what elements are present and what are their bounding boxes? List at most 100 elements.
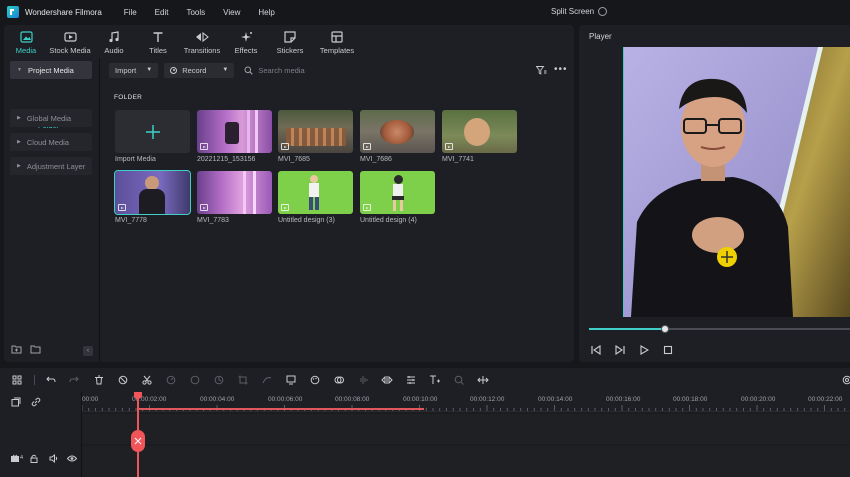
ruler-tick-label: 00:00:04:00 <box>200 396 235 403</box>
import-dropdown[interactable]: Import ▼ <box>109 62 159 78</box>
tab-transitions[interactable]: Transitions <box>180 25 224 58</box>
media-library: Import ▼ Record ▼ ••• FOLDER Import Medi… <box>101 58 574 362</box>
link-icon[interactable] <box>31 397 41 407</box>
media-thumbnail[interactable] <box>197 171 272 214</box>
redo-icon[interactable] <box>68 374 80 386</box>
undo-icon[interactable] <box>45 374 57 386</box>
add-track-icon[interactable] <box>11 397 21 407</box>
sidebar-item-global-media[interactable]: ▶ Global Media <box>10 109 92 127</box>
scissors-icon[interactable] <box>141 374 153 386</box>
media-tile[interactable]: 20221215_153156 <box>197 110 272 163</box>
filter-icon[interactable] <box>536 66 547 75</box>
player-panel: Player <box>579 25 850 362</box>
audio-waveform-icon[interactable] <box>357 374 369 386</box>
search-input[interactable] <box>258 65 509 75</box>
folder-icon[interactable] <box>30 345 41 354</box>
tab-media[interactable]: Media <box>4 25 48 58</box>
tab-stickers[interactable]: Stickers <box>268 25 312 58</box>
split-screen-button[interactable]: Split Screen <box>551 7 594 16</box>
audio-stretch-icon[interactable] <box>477 374 489 386</box>
reverse-icon[interactable] <box>189 374 201 386</box>
text-edit-icon[interactable] <box>429 374 441 386</box>
eye-visibility-icon[interactable] <box>67 454 77 463</box>
playback-progress-fill <box>589 328 665 330</box>
mute-audio-icon[interactable] <box>49 454 58 463</box>
new-folder-icon[interactable] <box>11 345 22 354</box>
timeline[interactable]: 4 00:00 00:00:02:00 00:00:04:00 00:00:06… <box>0 392 850 477</box>
record-icon <box>170 66 178 74</box>
collapse-sidebar-button[interactable]: ‹ <box>83 346 93 356</box>
import-media-thumb[interactable] <box>115 110 190 153</box>
settings-icon[interactable] <box>841 374 850 386</box>
menu-file[interactable]: File <box>124 8 137 17</box>
more-options-icon[interactable]: ••• <box>554 64 568 75</box>
menu-help[interactable]: Help <box>258 8 274 17</box>
media-tile[interactable]: MVI_7685 <box>278 110 353 163</box>
video-preview[interactable] <box>623 47 850 317</box>
timeline-track-empty[interactable] <box>82 414 850 444</box>
split-clip-icon[interactable] <box>381 374 393 386</box>
media-name: MVI_7685 <box>278 156 310 163</box>
media-thumbnail[interactable] <box>442 110 517 153</box>
stop-icon[interactable] <box>663 345 673 355</box>
playback-progress-bar[interactable] <box>589 325 850 333</box>
tab-stock-media[interactable]: Stock Media <box>48 25 92 58</box>
media-tile-selected[interactable]: MVI_7778 <box>114 170 191 224</box>
media-sidebar: ▼ Project Media Folder ▶ Global Media ▶ … <box>4 58 100 362</box>
tab-effects[interactable]: Effects <box>224 25 268 58</box>
motion-icon[interactable] <box>261 374 273 386</box>
work-area-range[interactable] <box>138 408 424 410</box>
sidebar-item-project-media[interactable]: ▼ Project Media <box>10 61 92 79</box>
timeline-toolbar <box>0 368 850 392</box>
timeline-track-video[interactable] <box>82 446 850 477</box>
tab-templates[interactable]: Templates <box>312 25 362 58</box>
menu-view[interactable]: View <box>223 8 240 17</box>
green-screen-icon[interactable] <box>285 374 297 386</box>
timeline-ruler[interactable]: 00:00 00:00:02:00 00:00:04:00 00:00:06:0… <box>82 392 850 412</box>
player-title: Player <box>589 32 612 41</box>
playback-scrubber-handle[interactable] <box>660 325 669 333</box>
sidebar-item-label: Global Media <box>26 113 72 123</box>
zoom-icon[interactable] <box>453 374 465 386</box>
layout-grid-icon[interactable] <box>11 374 23 386</box>
media-tile[interactable]: MVI_7741 <box>442 110 517 163</box>
sidebar-item-cloud-media[interactable]: ▶ Cloud Media <box>10 133 92 151</box>
media-tile[interactable]: Untitled design (4) <box>360 171 435 224</box>
transitions-icon <box>195 30 209 44</box>
media-tile[interactable]: Untitled design (3) <box>278 171 353 224</box>
record-dropdown[interactable]: Record ▼ <box>164 62 235 78</box>
sidebar-item-adjustment-layer[interactable]: ▶ Adjustment Layer <box>10 157 92 175</box>
tab-audio[interactable]: Audio <box>92 25 136 58</box>
tag-icon[interactable] <box>117 374 129 386</box>
lock-track-icon[interactable] <box>30 454 38 463</box>
media-thumbnail[interactable] <box>278 171 353 214</box>
next-frame-icon[interactable] <box>615 345 625 355</box>
import-media-tile[interactable]: Import Media <box>115 110 190 163</box>
media-tile[interactable]: MVI_7783 <box>197 171 272 224</box>
media-thumbnail[interactable] <box>197 110 272 153</box>
media-thumbnail[interactable] <box>114 170 191 215</box>
split-screen-status-icon[interactable] <box>598 7 607 16</box>
sidebar-item-label: Adjustment Layer <box>26 161 86 171</box>
delete-icon[interactable] <box>93 374 105 386</box>
playhead-split-button[interactable] <box>131 430 145 452</box>
color-palette-icon[interactable] <box>309 374 321 386</box>
tab-titles[interactable]: Titles <box>136 25 180 58</box>
video-frame-image <box>623 47 850 317</box>
tab-media-label: Media <box>15 46 37 55</box>
menu-tools[interactable]: Tools <box>186 8 205 17</box>
media-thumbnail[interactable] <box>360 110 435 153</box>
media-thumbnail[interactable] <box>278 110 353 153</box>
search-icon <box>244 66 254 75</box>
media-thumbnail[interactable] <box>360 171 435 214</box>
mask-icon[interactable] <box>333 374 345 386</box>
adjust-sliders-icon[interactable] <box>405 374 417 386</box>
toolbar-divider <box>34 375 35 385</box>
speed-icon[interactable] <box>165 374 177 386</box>
media-tile[interactable]: MVI_7686 <box>360 110 435 163</box>
freeze-icon[interactable] <box>213 374 225 386</box>
previous-frame-icon[interactable] <box>591 345 601 355</box>
play-icon[interactable] <box>639 345 649 355</box>
menu-edit[interactable]: Edit <box>155 8 169 17</box>
crop-icon[interactable] <box>237 374 249 386</box>
